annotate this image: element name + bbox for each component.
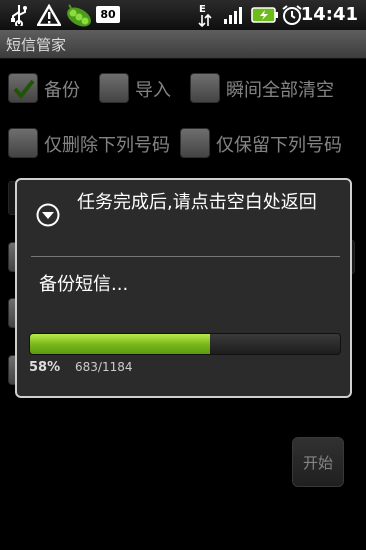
app-title-bar: 短信管家 — [0, 30, 366, 59]
usb-icon — [8, 0, 30, 30]
peapod-app-icon — [64, 0, 94, 30]
progress-bar — [29, 333, 341, 355]
progress-count: 683/1184 — [75, 360, 133, 374]
progress-dialog: 任务完成后,请点击空白处返回 备份短信... 58% 683/1184 — [15, 178, 352, 398]
warning-icon — [36, 0, 62, 30]
alarm-icon — [281, 0, 303, 30]
data-transfer-icon: E — [196, 0, 214, 30]
progress-percent: 58% — [29, 360, 61, 375]
status-bar: 80 E 14:41 — [0, 0, 366, 30]
app-title: 短信管家 — [6, 36, 67, 54]
status-clock: 14:41 — [300, 4, 358, 25]
battery-charging-icon — [250, 0, 280, 30]
dialog-title: 任务完成后,请点击空白处返回 — [77, 192, 317, 213]
dialog-message: 备份短信... — [39, 274, 129, 295]
progress-bar-fill — [30, 334, 210, 354]
signal-icon — [222, 0, 246, 30]
notification-count-badge: 80 — [96, 6, 120, 23]
chevron-down-icon — [36, 203, 60, 227]
dialog-divider — [31, 256, 340, 257]
svg-text:E: E — [199, 4, 206, 15]
